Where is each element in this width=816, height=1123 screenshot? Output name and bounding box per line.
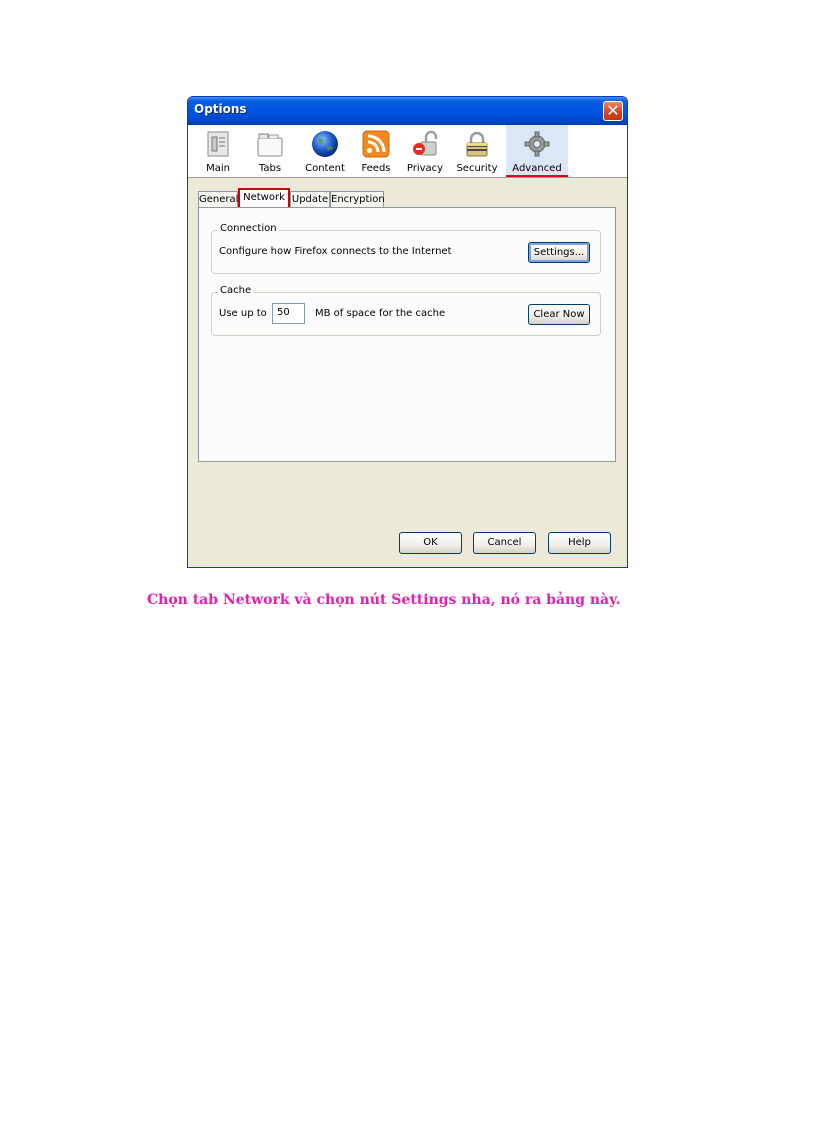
connection-description: Configure how Firefox connects to the In…	[219, 246, 452, 257]
pane-label: Feeds	[361, 163, 391, 174]
cache-size-suffix: MB of space for the cache	[315, 308, 446, 319]
settings-button-label: Settings...	[533, 247, 585, 258]
pane-label: Privacy	[406, 163, 444, 174]
tab-update[interactable]: Update	[290, 191, 330, 207]
clear-now-button-label: Clear Now	[533, 309, 585, 320]
help-button-label: Help	[568, 537, 591, 548]
cache-legend: Cache	[218, 285, 254, 296]
main-icon	[207, 131, 229, 157]
tab-network[interactable]: Network	[238, 188, 290, 208]
tab-encryption[interactable]: Encryption	[330, 191, 385, 207]
close-button[interactable]: ✕	[603, 101, 623, 121]
close-icon: ✕	[606, 101, 620, 120]
pane-main[interactable]: Main	[196, 125, 240, 177]
cache-size-input[interactable]: 50	[272, 303, 305, 324]
tab-general[interactable]: General	[198, 191, 238, 207]
settings-button[interactable]: Settings...	[528, 242, 590, 263]
pane-toolbar: Main Tabs Content Feeds Privacy Security…	[188, 125, 627, 178]
network-tab-panel: Connection Configure how Firefox connect…	[198, 207, 616, 462]
cache-use-up-to-label: Use up to	[219, 308, 267, 319]
security-icon	[466, 131, 488, 157]
instruction-caption: Chọn tab Network và chọn nút Settings nh…	[147, 592, 621, 608]
pane-label: Content	[305, 163, 345, 174]
options-dialog: Options ✕ Main Tabs Content Feeds Privac…	[187, 96, 628, 568]
pane-label: Security	[456, 163, 498, 174]
padlock-icon	[413, 130, 438, 156]
pane-content[interactable]: Content	[300, 125, 350, 177]
pane-security[interactable]: Security	[454, 125, 500, 177]
pane-privacy[interactable]: Privacy	[402, 125, 448, 177]
window-title: Options	[194, 102, 247, 116]
cache-group: Cache Use up to 50 MB of space for the c…	[211, 285, 601, 336]
pane-label: Tabs	[258, 163, 282, 174]
ok-button-label: OK	[423, 537, 438, 548]
cancel-button-label: Cancel	[487, 537, 522, 548]
title-bar[interactable]: Options ✕	[188, 97, 627, 125]
connection-legend: Connection	[218, 223, 279, 234]
pane-label: Main	[206, 163, 230, 174]
gear-icon	[524, 131, 550, 157]
connection-group: Connection Configure how Firefox connect…	[211, 223, 601, 274]
clear-now-button[interactable]: Clear Now	[528, 304, 590, 325]
help-button[interactable]: Help	[548, 532, 611, 554]
tabs-icon	[257, 133, 283, 157]
pane-tabs[interactable]: Tabs	[248, 125, 292, 177]
ok-button[interactable]: OK	[399, 532, 462, 554]
globe-icon	[312, 131, 338, 157]
rss-feed-icon	[362, 130, 390, 158]
cancel-button[interactable]: Cancel	[473, 532, 536, 554]
pane-feeds[interactable]: Feeds	[356, 125, 396, 177]
pane-advanced[interactable]: Advanced	[506, 125, 568, 177]
pane-label: Advanced	[512, 163, 562, 174]
